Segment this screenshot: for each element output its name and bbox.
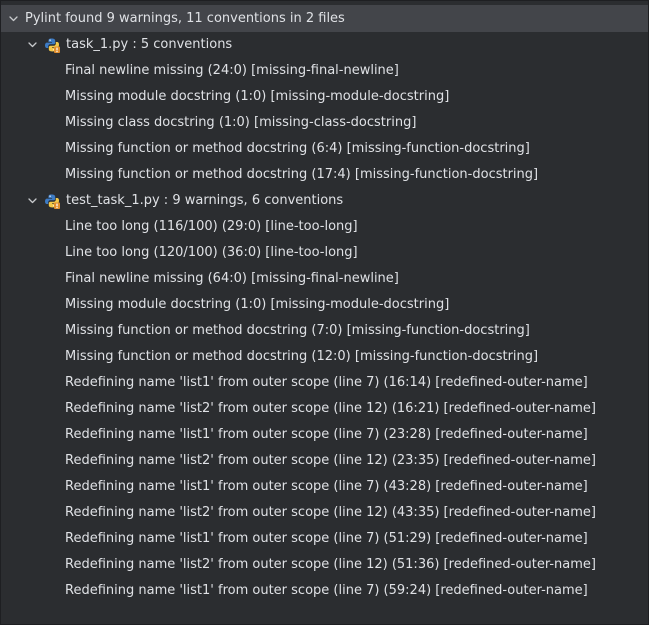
tree-message-item[interactable]: Line too long (120/100) (36:0) [line-too… bbox=[1, 240, 648, 266]
tree-message-item[interactable]: Redefining name 'list1' from outer scope… bbox=[1, 526, 648, 552]
message-item-label: Final newline missing (24:0) [missing-fi… bbox=[65, 63, 399, 78]
tree-message-item[interactable]: Missing module docstring (1:0) [missing-… bbox=[1, 84, 648, 110]
message-item-label: Line too long (120/100) (36:0) [line-too… bbox=[65, 245, 358, 260]
tree-message-item[interactable]: Line too long (116/100) (29:0) [line-too… bbox=[1, 214, 648, 240]
tree-message-item[interactable]: Redefining name 'list1' from outer scope… bbox=[1, 578, 648, 604]
tree-message-item[interactable]: Redefining name 'list2' from outer scope… bbox=[1, 552, 648, 578]
message-item-label: Redefining name 'list2' from outer scope… bbox=[65, 401, 596, 416]
tree-message-item[interactable]: Final newline missing (24:0) [missing-fi… bbox=[1, 58, 648, 84]
tree-message-item[interactable]: Missing function or method docstring (12… bbox=[1, 344, 648, 370]
message-item-label: Missing function or method docstring (17… bbox=[65, 167, 539, 182]
tree-file-node[interactable]: task_1.py : 5 conventions bbox=[1, 32, 648, 58]
message-item-label: Final newline missing (64:0) [missing-fi… bbox=[65, 271, 399, 286]
message-item-label: Redefining name 'list2' from outer scope… bbox=[65, 505, 596, 520]
message-item-label: Redefining name 'list1' from outer scope… bbox=[65, 375, 588, 390]
chevron-down-icon[interactable] bbox=[26, 188, 38, 214]
file-node-label: test_task_1.py : 9 warnings, 6 conventio… bbox=[66, 193, 344, 208]
message-item-label: Redefining name 'list1' from outer scope… bbox=[65, 531, 588, 546]
tree-message-item[interactable]: Missing function or method docstring (17… bbox=[1, 162, 648, 188]
message-item-label: Redefining name 'list1' from outer scope… bbox=[65, 427, 588, 442]
tree-message-item[interactable]: Missing module docstring (1:0) [missing-… bbox=[1, 292, 648, 318]
tree-message-item[interactable]: Redefining name 'list1' from outer scope… bbox=[1, 474, 648, 500]
chevron-down-icon[interactable] bbox=[7, 5, 19, 32]
message-item-label: Missing module docstring (1:0) [missing-… bbox=[65, 89, 450, 104]
tree-message-item[interactable]: Redefining name 'list1' from outer scope… bbox=[1, 370, 648, 396]
message-item-label: Missing function or method docstring (12… bbox=[65, 349, 539, 364]
tree-message-item[interactable]: Final newline missing (64:0) [missing-fi… bbox=[1, 266, 648, 292]
pylint-results-panel: Pylint found 9 warnings, 11 conventions … bbox=[0, 0, 649, 625]
tree-message-item[interactable]: Missing function or method docstring (6:… bbox=[1, 136, 648, 162]
python-file-icon bbox=[44, 37, 60, 53]
message-item-label: Redefining name 'list2' from outer scope… bbox=[65, 557, 596, 572]
message-item-label: Redefining name 'list1' from outer scope… bbox=[65, 583, 588, 598]
chevron-down-icon[interactable] bbox=[26, 32, 38, 58]
tree-file-node[interactable]: test_task_1.py : 9 warnings, 6 conventio… bbox=[1, 188, 648, 214]
root-summary-label: Pylint found 9 warnings, 11 conventions … bbox=[25, 11, 345, 26]
tree-message-item[interactable]: Redefining name 'list2' from outer scope… bbox=[1, 448, 648, 474]
message-item-label: Missing class docstring (1:0) [missing-c… bbox=[65, 115, 417, 130]
message-item-label: Missing function or method docstring (6:… bbox=[65, 141, 530, 156]
message-item-label: Redefining name 'list2' from outer scope… bbox=[65, 453, 596, 468]
python-file-icon bbox=[44, 193, 60, 209]
tree-message-item[interactable]: Missing class docstring (1:0) [missing-c… bbox=[1, 110, 648, 136]
file-node-label: task_1.py : 5 conventions bbox=[66, 37, 233, 52]
message-item-label: Missing module docstring (1:0) [missing-… bbox=[65, 297, 450, 312]
message-item-label: Missing function or method docstring (7:… bbox=[65, 323, 530, 338]
tree-root-summary[interactable]: Pylint found 9 warnings, 11 conventions … bbox=[1, 5, 648, 32]
message-item-label: Redefining name 'list1' from outer scope… bbox=[65, 479, 588, 494]
tree-message-item[interactable]: Redefining name 'list2' from outer scope… bbox=[1, 500, 648, 526]
tree-message-item[interactable]: Redefining name 'list2' from outer scope… bbox=[1, 396, 648, 422]
message-item-label: Line too long (116/100) (29:0) [line-too… bbox=[65, 219, 358, 234]
tree-message-item[interactable]: Missing function or method docstring (7:… bbox=[1, 318, 648, 344]
tree-message-item[interactable]: Redefining name 'list1' from outer scope… bbox=[1, 422, 648, 448]
